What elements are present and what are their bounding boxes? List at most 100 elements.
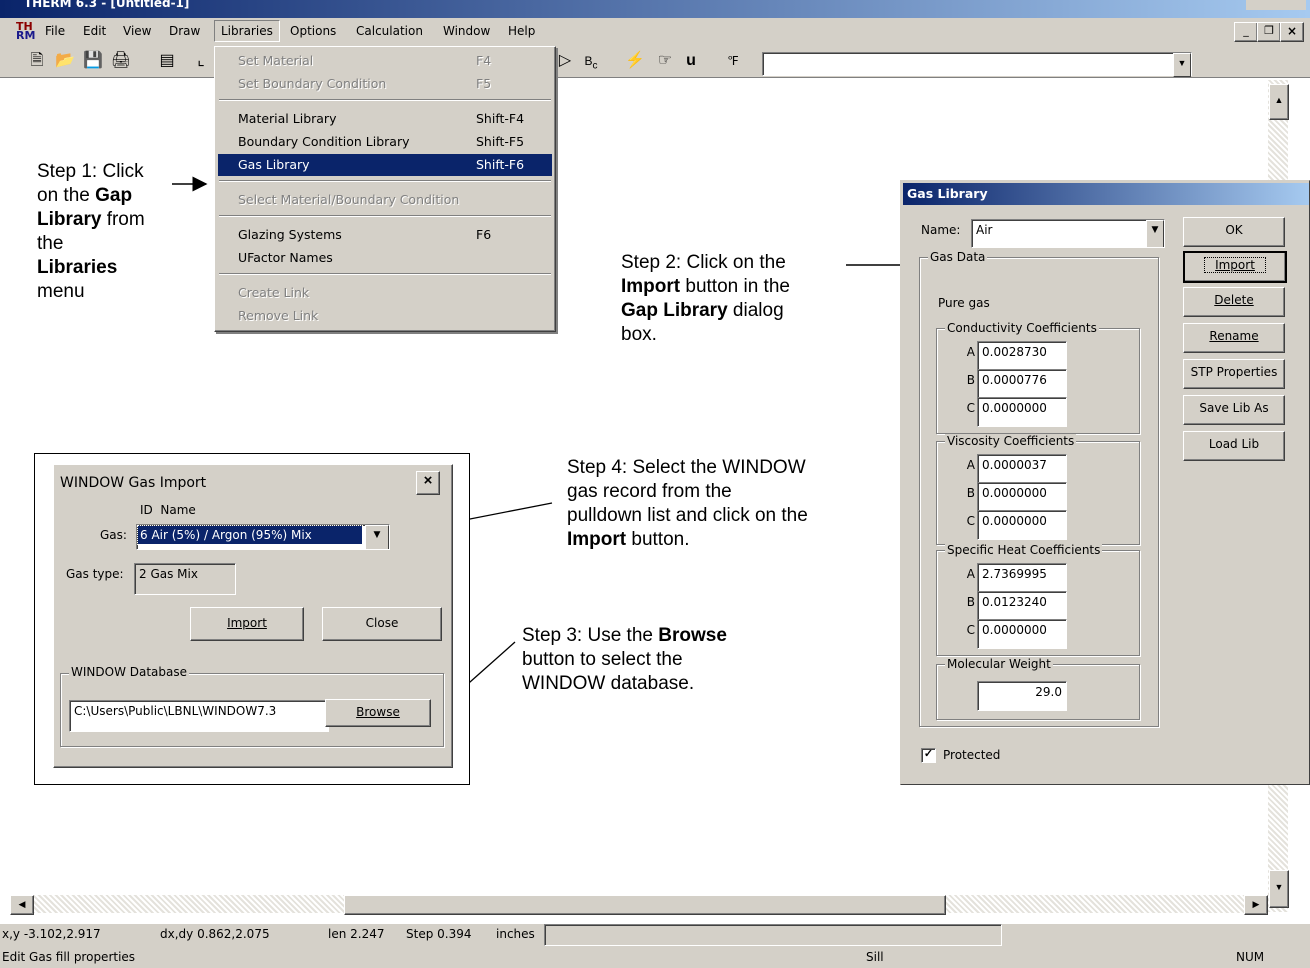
- conductivity-c-field[interactable]: 0.0000000: [977, 397, 1067, 427]
- specific-heat-label: Specific Heat Coefficients: [945, 543, 1103, 557]
- horizontal-scrollbar[interactable]: ◀ ▶: [10, 895, 1268, 915]
- gas-name-label: Name:: [921, 223, 961, 237]
- ufactor-icon[interactable]: u: [680, 50, 702, 72]
- step1-annotation: Step 1: Click on the Gap Library from th…: [37, 161, 145, 302]
- viscosity-c-field[interactable]: 0.0000000: [977, 510, 1067, 540]
- temperature-icon[interactable]: ℉: [722, 50, 744, 72]
- print-icon[interactable]: 🖨: [110, 50, 132, 72]
- save-icon[interactable]: 💾: [82, 50, 104, 72]
- delete-button[interactable]: Delete: [1183, 287, 1285, 317]
- scroll-down-icon[interactable]: ▼: [1269, 870, 1289, 908]
- menu-item-boundary-condition-library[interactable]: Boundary Condition Library Shift-F5: [218, 131, 552, 153]
- window-controls[interactable]: [1246, 0, 1306, 10]
- restore-icon[interactable]: ❐: [1257, 22, 1281, 42]
- viscosity-label: Viscosity Coefficients: [945, 434, 1077, 448]
- menu-item-material-library[interactable]: Material Library Shift-F4: [218, 108, 552, 130]
- menu-view[interactable]: View: [123, 24, 151, 38]
- protected-checkbox[interactable]: ✓: [921, 748, 936, 763]
- boundary-condition-icon[interactable]: Bc: [580, 50, 602, 72]
- specific-heat-a-field[interactable]: 2.7369995: [977, 563, 1067, 593]
- menu-calculation[interactable]: Calculation: [356, 24, 423, 38]
- gas-library-titlebar: Gas Library: [903, 183, 1309, 205]
- molecular-weight-field[interactable]: 29.0: [977, 681, 1067, 711]
- status-num: NUM: [1236, 950, 1265, 964]
- ok-button[interactable]: OK: [1183, 217, 1285, 247]
- menu-edit[interactable]: Edit: [83, 24, 106, 38]
- browse-button[interactable]: Browse: [325, 699, 431, 727]
- menu-item-remove-link[interactable]: Remove Link: [218, 305, 552, 327]
- menu-window[interactable]: Window: [443, 24, 490, 38]
- close-icon[interactable]: ×: [1280, 22, 1304, 42]
- status-dxdy: dx,dy 0.862,2.075: [160, 927, 270, 941]
- toolbar-combo[interactable]: ▼: [762, 52, 1192, 77]
- draw-tool-icon[interactable]: ⌞: [190, 50, 212, 72]
- gas-name-select[interactable]: Air ▼: [971, 219, 1165, 248]
- chevron-down-icon[interactable]: ▼: [1146, 220, 1164, 247]
- menu-item-gas-library[interactable]: Gas Library Shift-F6: [218, 154, 552, 176]
- close-button[interactable]: Close: [322, 607, 442, 641]
- gas-library-dialog: Gas Library Name: Air ▼ Gas Data Pure ga…: [900, 180, 1310, 785]
- save-lib-as-button[interactable]: Save Lib As: [1183, 395, 1285, 425]
- stp-properties-button[interactable]: STP Properties: [1183, 359, 1285, 389]
- menu-item-select-material-boundary[interactable]: Select Material/Boundary Condition: [218, 189, 552, 211]
- results-icon[interactable]: ☞: [654, 50, 676, 72]
- status-units: inches: [496, 927, 535, 941]
- title-bar: THERM 6.3 - [Untitled-1]: [0, 0, 1310, 18]
- viscosity-a-field[interactable]: 0.0000037: [977, 454, 1067, 484]
- status-len: len 2.247: [328, 927, 385, 941]
- import-button[interactable]: Import: [190, 607, 304, 641]
- load-lib-button[interactable]: Load Lib: [1183, 431, 1285, 461]
- window-database-label: WINDOW Database: [69, 665, 190, 679]
- scroll-up-icon[interactable]: ▲: [1269, 84, 1289, 120]
- menu-help[interactable]: Help: [508, 24, 535, 38]
- scroll-thumb[interactable]: [344, 895, 946, 915]
- menu-item-ufactor-names[interactable]: UFactor Names: [218, 247, 552, 269]
- app-icon[interactable]: TH RM: [16, 21, 36, 41]
- menu-draw[interactable]: Draw: [169, 24, 200, 38]
- menu-item-set-material[interactable]: Set Material F4: [218, 50, 552, 72]
- specific-heat-c-field[interactable]: 0.0000000: [977, 619, 1067, 649]
- menu-item-create-link[interactable]: Create Link: [218, 282, 552, 304]
- menu-separator: [219, 215, 551, 217]
- step4-annotation: Step 4: Select the WINDOW gas record fro…: [567, 457, 808, 550]
- menu-item-glazing-systems[interactable]: Glazing Systems F6: [218, 224, 552, 246]
- conductivity-a-field[interactable]: 0.0028730: [977, 341, 1067, 371]
- coef-label-c: C: [966, 623, 975, 637]
- gas-import-title: WINDOW Gas Import: [60, 475, 207, 491]
- locator-icon[interactable]: ▷: [554, 50, 576, 72]
- coef-label-b: B: [966, 595, 975, 609]
- step3-annotation: Step 3: Use the Browse button to select …: [522, 625, 727, 694]
- close-icon[interactable]: ×: [416, 471, 440, 495]
- status-sill: Sill: [866, 950, 884, 964]
- scroll-left-icon[interactable]: ◀: [10, 895, 34, 915]
- database-path-field[interactable]: C:\Users\Public\LBNL\WINDOW7.3: [69, 700, 329, 732]
- title-text: THERM 6.3 - [Untitled-1]: [24, 0, 190, 10]
- open-file-icon[interactable]: 📂: [54, 50, 76, 72]
- id-name-header: ID Name: [140, 503, 196, 517]
- menu-libraries[interactable]: Libraries: [214, 20, 280, 42]
- menu-options[interactable]: Options: [290, 24, 336, 38]
- gas-data-label: Gas Data: [928, 250, 988, 264]
- menu-separator: [219, 273, 551, 275]
- coef-label-a: A: [966, 567, 975, 581]
- scroll-right-icon[interactable]: ▶: [1244, 895, 1268, 915]
- viscosity-b-field[interactable]: 0.0000000: [977, 482, 1067, 512]
- coef-label-a: A: [966, 345, 975, 359]
- specific-heat-b-field[interactable]: 0.0123240: [977, 591, 1067, 621]
- import-button[interactable]: Import: [1183, 251, 1287, 283]
- new-file-icon[interactable]: 🗎: [26, 50, 48, 72]
- chevron-down-icon[interactable]: ▼: [1173, 53, 1191, 77]
- conductivity-b-field[interactable]: 0.0000776: [977, 369, 1067, 399]
- minimize-icon[interactable]: _: [1234, 22, 1258, 42]
- properties-icon[interactable]: ▤: [156, 50, 178, 72]
- menu-item-set-boundary-condition[interactable]: Set Boundary Condition F5: [218, 73, 552, 95]
- gas-select[interactable]: 6 Air (5%) / Argon (95%) Mix ▼: [136, 524, 390, 550]
- mdi-controls[interactable]: _ ❐ ×: [1234, 22, 1304, 42]
- rename-button[interactable]: Rename: [1183, 323, 1285, 353]
- menu-file[interactable]: File: [45, 24, 65, 38]
- calculate-icon[interactable]: ⚡: [624, 50, 646, 72]
- menu-bar: TH RM File Edit View Draw Libraries Optio…: [0, 18, 1310, 44]
- protected-label: Protected: [943, 748, 1001, 762]
- step2-annotation: Step 2: Click on the Import button in th…: [621, 252, 790, 345]
- chevron-down-icon[interactable]: ▼: [365, 525, 389, 549]
